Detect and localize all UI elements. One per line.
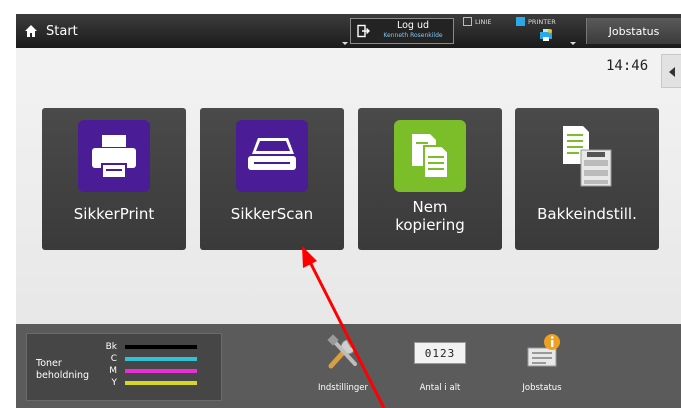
toner-color-name: Y xyxy=(111,378,118,388)
line-status-indicator xyxy=(463,17,472,26)
toner-color-name: C xyxy=(110,354,117,364)
tile-label: SikkerPrint xyxy=(73,205,155,223)
copy-icon xyxy=(394,120,466,192)
home-icon xyxy=(25,25,37,37)
settings-button[interactable]: Indstillinger xyxy=(303,328,383,406)
tile-nem-kopiering[interactable]: Nem kopiering xyxy=(358,108,502,250)
tile-sikkerscan[interactable]: SikkerScan xyxy=(200,108,344,250)
toner-level-bar xyxy=(125,357,197,361)
logout-button[interactable]: Log ud Kenneth Rosenkilde xyxy=(350,18,454,44)
printer-icon xyxy=(78,120,150,192)
top-bar: Start Log ud Kenneth Rosenkilde LINIE PR… xyxy=(16,14,681,48)
logged-in-user: Kenneth Rosenkilde xyxy=(383,32,443,39)
printer-status-indicator xyxy=(516,17,525,26)
toner-row-black: Bk xyxy=(87,342,207,352)
job-status-icon xyxy=(527,334,560,367)
line-status: LINIE xyxy=(463,17,491,26)
toner-color-name: M xyxy=(109,366,117,376)
scanner-icon xyxy=(236,120,308,192)
toner-row-yellow: Y xyxy=(87,378,207,388)
tile-label: Nem kopiering xyxy=(358,198,502,234)
toner-color-name: Bk xyxy=(105,342,117,352)
settings-label: Indstillinger xyxy=(317,383,368,393)
chevron-down-icon xyxy=(342,42,348,45)
home-button[interactable]: Start xyxy=(24,14,78,48)
printer-status-icon[interactable] xyxy=(539,28,553,42)
printer-panel-screen: Start Log ud Kenneth Rosenkilde LINIE PR… xyxy=(16,14,681,408)
printer-status-label: PRINTER xyxy=(528,17,556,26)
clock: 14:46 xyxy=(606,58,649,74)
counter-label: Antal i alt xyxy=(419,383,461,393)
home-label: Start xyxy=(46,23,78,39)
bottom-bar: Toner beholdning Bk C M Y Indstillinger … xyxy=(16,324,681,408)
logout-icon xyxy=(357,24,370,38)
tray-settings-icon xyxy=(563,126,612,187)
toner-level-panel: Toner beholdning Bk C M Y xyxy=(26,333,222,401)
jobstatus-label: Jobstatus xyxy=(522,383,562,393)
jobstatus-button[interactable]: Jobstatus xyxy=(586,18,681,44)
toner-level-bar xyxy=(125,381,197,385)
toner-row-magenta: M xyxy=(87,366,207,376)
tile-label: Bakkeindstill. xyxy=(537,205,637,223)
bottom-jobstatus-button[interactable]: Jobstatus xyxy=(502,328,582,406)
tile-bakkeindstill[interactable]: Bakkeindstill. xyxy=(515,108,659,250)
logout-label: Log ud xyxy=(396,20,430,31)
tools-icon xyxy=(327,334,357,369)
toner-level-bar xyxy=(125,345,197,349)
tile-label-line-1: Nem xyxy=(412,198,448,216)
toner-level-bar xyxy=(125,369,197,373)
toner-row-cyan: C xyxy=(87,354,207,364)
chevron-left-icon xyxy=(669,67,675,77)
line-status-label: LINIE xyxy=(475,17,492,26)
chevron-down-icon xyxy=(570,42,576,45)
tile-label: SikkerScan xyxy=(230,205,314,223)
counter-button[interactable]: 0123 Antal i alt xyxy=(400,328,480,406)
tile-label-line-2: kopiering xyxy=(395,216,465,234)
tile-sikkerprint[interactable]: SikkerPrint xyxy=(42,108,186,250)
printer-status: PRINTER xyxy=(516,17,556,26)
side-panel-tab[interactable] xyxy=(661,54,681,88)
counter-icon: 0123 xyxy=(414,342,466,364)
